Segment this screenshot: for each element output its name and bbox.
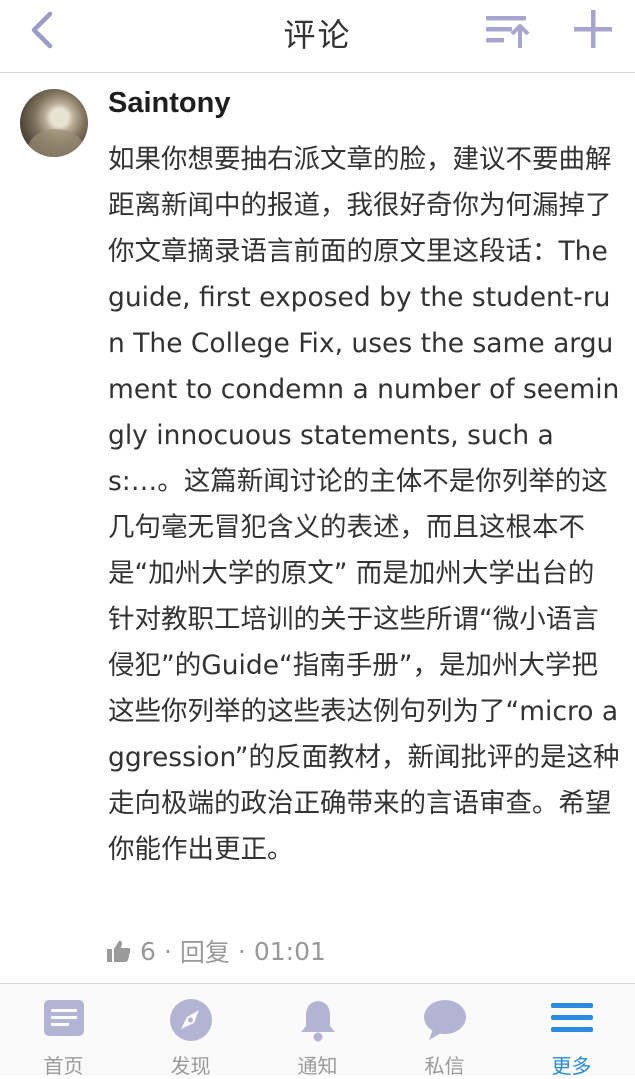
bell-icon <box>300 1001 335 1042</box>
tab-more[interactable]: 更多 <box>508 984 635 1078</box>
sort-up-icon <box>486 16 530 48</box>
meta-separator: · <box>237 936 246 966</box>
menu-icon <box>550 1003 593 1032</box>
comment-text: 如果你想要抽右派文章的脸，建议不要曲解距离新闻中的报道，我很好奇你为何漏掉了你文… <box>108 144 620 865</box>
compass-icon <box>169 999 212 1041</box>
tab-notifications[interactable]: 通知 <box>254 984 381 1078</box>
tab-messages[interactable]: 私信 <box>381 984 508 1078</box>
reply-button[interactable]: 回复 <box>180 933 230 969</box>
comment-meta: 6 · 回复 · 01:01 <box>106 931 326 971</box>
plus-icon <box>574 10 612 48</box>
tab-home[interactable]: 首页 <box>0 984 127 1078</box>
top-navigation-bar: 评论 <box>0 0 635 73</box>
like-button[interactable]: 6 <box>106 937 156 966</box>
avatar[interactable] <box>20 89 88 157</box>
like-count: 6 <box>140 936 156 966</box>
comment-time: 01:01 <box>253 936 326 966</box>
meta-separator: · <box>163 936 172 966</box>
add-comment-button[interactable] <box>570 6 616 52</box>
bottom-tab-bar: 首页 发现 通知 私信 更多 <box>0 983 635 1078</box>
thumbs-up-icon <box>107 940 131 962</box>
home-icon <box>43 1000 84 1036</box>
page-title: 评论 <box>283 16 352 54</box>
sort-button[interactable] <box>484 10 532 50</box>
tab-discover[interactable]: 发现 <box>127 984 254 1078</box>
chat-bubble-icon <box>423 1000 466 1040</box>
comment-username[interactable]: Saintony <box>108 87 230 120</box>
